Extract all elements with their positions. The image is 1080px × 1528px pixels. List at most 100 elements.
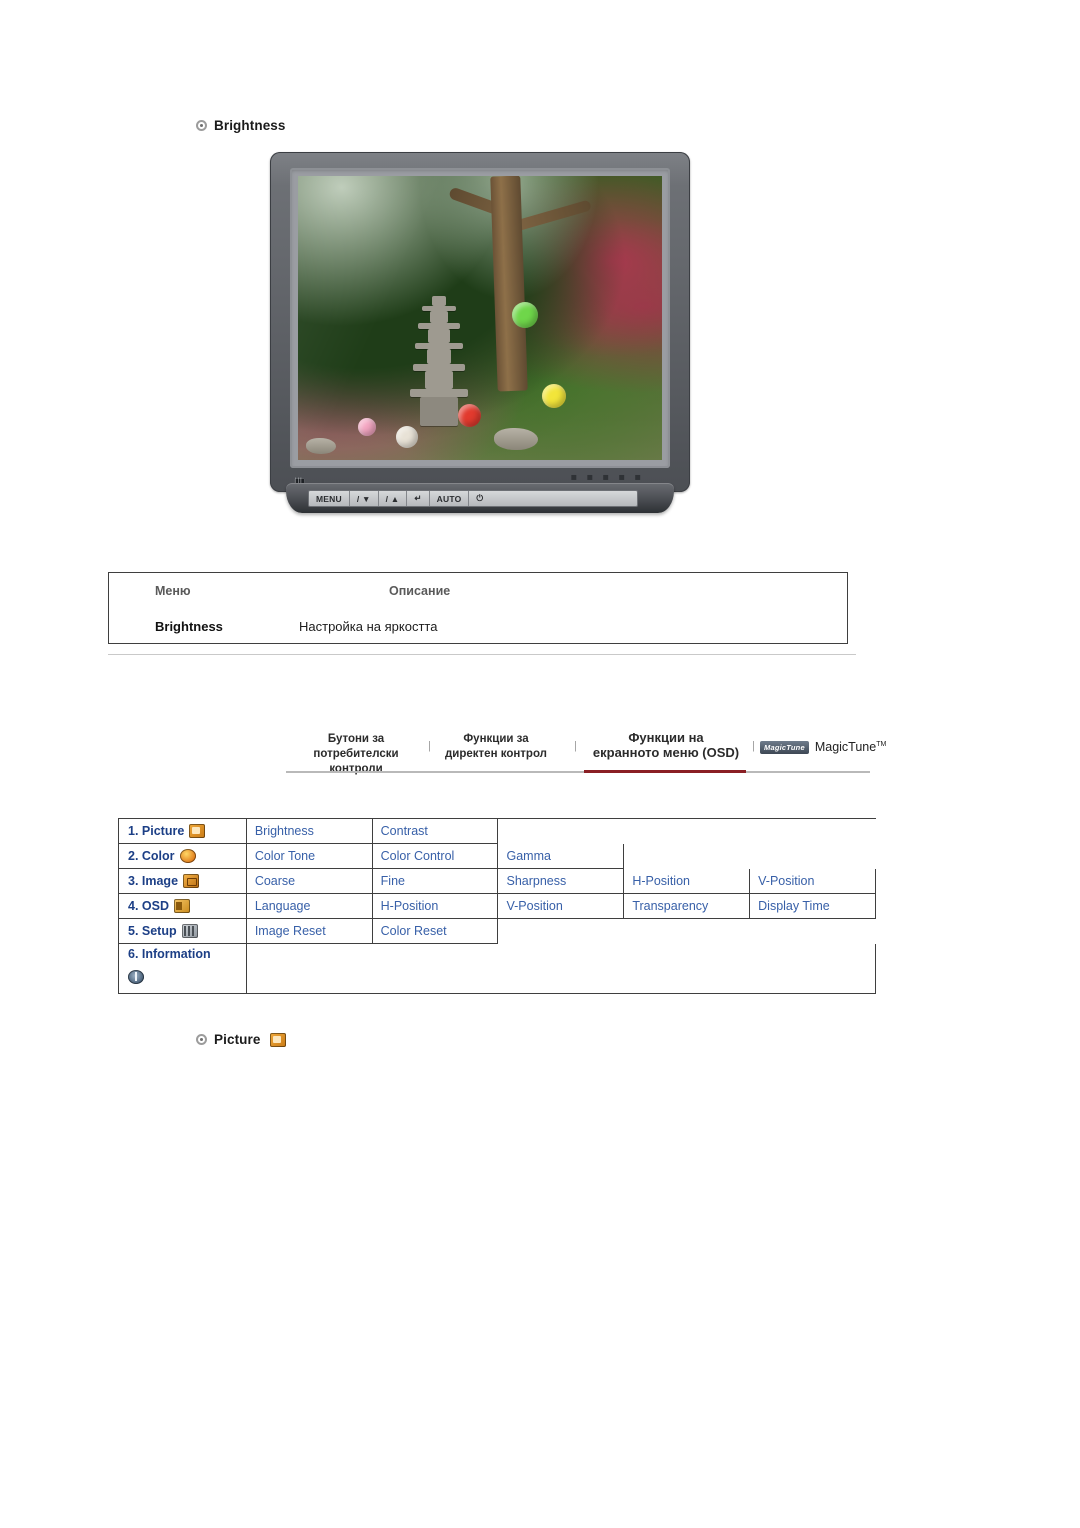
osd-item-osd-v-position[interactable]: V-Position (498, 894, 625, 919)
balloon-icon (512, 302, 538, 328)
osd-row-information: 6. Information (119, 944, 876, 994)
tab-underline (286, 771, 870, 773)
tab-active-underline (584, 770, 746, 773)
osd-group-information[interactable]: 6. Information (119, 944, 247, 994)
osd-item-language[interactable]: Language (246, 894, 373, 919)
menu-button[interactable]: MENU (309, 491, 350, 506)
osd-row-color: 2. Color Color Tone Color Control Gamma (119, 844, 876, 869)
brightness-down-button[interactable]: / ▼ (350, 491, 379, 506)
osd-item-image-reset[interactable]: Image Reset (246, 919, 373, 944)
bullet-icon (196, 1034, 207, 1045)
information-icon (128, 970, 144, 984)
picture-heading-label: Picture (214, 1032, 261, 1047)
row-description-label: Настройка на яркостта (299, 618, 438, 634)
osd-item-fine[interactable]: Fine (372, 869, 499, 894)
osd-empty-cell (498, 819, 624, 844)
osd-group-color[interactable]: 2. Color (119, 844, 247, 869)
osd-empty-cell (624, 819, 750, 844)
balloon-icon (358, 418, 376, 436)
osd-empty-cell (498, 919, 624, 944)
section-divider (108, 654, 856, 655)
tab-osd-functions-line2: екранното меню (OSD) (592, 745, 740, 760)
picture-icon (189, 824, 206, 838)
tab-direct-control-line1: Функции за (463, 733, 529, 745)
osd-function-grid: 1. Picture Brightness Contrast 2. Color … (118, 818, 876, 994)
osd-item-sharpness[interactable]: Sharpness (498, 869, 625, 894)
monitor-bezel: ▪ ▪ ▪ ▪ ▪ (270, 152, 690, 492)
osd-item-transparency[interactable]: Transparency (624, 894, 751, 919)
osd-item-v-position[interactable]: V-Position (750, 869, 876, 894)
osd-empty-cell (750, 844, 876, 869)
magictune-tm: TM (876, 740, 887, 748)
header-description: Описание (389, 584, 451, 598)
osd-group-image[interactable]: 3. Image (119, 869, 247, 894)
picture-icon (270, 1032, 287, 1047)
osd-empty-cell (624, 919, 750, 944)
osd-group-information-label: 6. Information (128, 947, 211, 961)
osd-row-image: 3. Image Coarse Fine Sharpness H-Positio… (119, 869, 876, 894)
osd-item-gamma[interactable]: Gamma (498, 844, 625, 869)
brightness-up-button[interactable]: / ▲ (379, 491, 408, 506)
osd-icon (174, 899, 190, 913)
table-row: Brightness Настройка на яркостта (109, 609, 847, 643)
enter-button[interactable]: ↵ (407, 491, 430, 506)
tab-separator: | (428, 740, 431, 752)
pagoda-icon (410, 296, 468, 426)
osd-item-color-tone[interactable]: Color Tone (246, 844, 373, 869)
tab-banner: Бутони за потребителски контроли Функции… (286, 726, 886, 775)
balloon-icon (396, 426, 418, 448)
osd-group-osd[interactable]: 4. OSD (119, 894, 247, 919)
bullet-icon (196, 120, 207, 131)
rock-icon (306, 438, 336, 454)
color-icon (179, 849, 196, 863)
osd-group-setup-label: 5. Setup (128, 924, 177, 938)
monitor-screen-image (298, 176, 662, 460)
osd-group-color-label: 2. Color (128, 849, 175, 863)
header-menu: Меню (155, 584, 191, 598)
osd-group-setup[interactable]: 5. Setup (119, 919, 247, 944)
tab-separator: | (574, 740, 577, 752)
magictune-label: MagicTuneTM (814, 740, 887, 754)
monitor-screen-frame (290, 168, 670, 468)
tab-user-controls-line1: Бутони за (327, 733, 385, 745)
monitor-button-strip[interactable]: MENU / ▼ / ▲ ↵ AUTO ⏻ (308, 490, 638, 507)
osd-row-picture: 1. Picture Brightness Contrast (119, 819, 876, 844)
tab-osd-functions[interactable]: Функции на екранното меню (OSD) (582, 730, 750, 760)
osd-group-picture-label: 1. Picture (128, 824, 185, 838)
monitor-illustration: ▪ ▪ ▪ ▪ ▪ ||| MENU / ▼ / ▲ ↵ AUTO ⏻ (270, 152, 690, 514)
setup-icon (181, 924, 198, 938)
osd-item-brightness[interactable]: Brightness (246, 819, 373, 844)
tab-magictune[interactable]: MagicTune MagicTuneTM (760, 740, 886, 754)
power-button[interactable]: ⏻ (469, 491, 490, 506)
tab-osd-functions-line1: Функции на (628, 730, 704, 745)
osd-empty-cell (624, 844, 750, 869)
osd-item-color-control[interactable]: Color Control (372, 844, 499, 869)
tab-separator: | (752, 740, 755, 752)
magictune-badge: MagicTune (760, 740, 809, 754)
brand-dots-label: ▪ ▪ ▪ ▪ ▪ (570, 472, 644, 483)
osd-item-contrast[interactable]: Contrast (372, 819, 499, 844)
tab-direct-control-line2: директен контрол (445, 748, 547, 760)
menu-description-table: Меню Описание Brightness Настройка на яр… (108, 572, 848, 644)
picture-section-heading: Picture (196, 1032, 287, 1047)
row-menu-label: Brightness (155, 618, 223, 634)
balloon-icon (458, 404, 481, 427)
osd-group-picture[interactable]: 1. Picture (119, 819, 247, 844)
image-icon (183, 874, 200, 888)
osd-item-color-reset[interactable]: Color Reset (372, 919, 499, 944)
table-header-row: Меню Описание (109, 573, 847, 609)
osd-row-setup: 5. Setup Image Reset Color Reset (119, 919, 876, 944)
balloon-icon (542, 384, 566, 408)
osd-empty-cell (750, 819, 876, 844)
rock-icon (494, 428, 538, 450)
brightness-section-heading: Brightness (196, 118, 286, 133)
osd-item-coarse[interactable]: Coarse (246, 869, 373, 894)
brightness-heading-label: Brightness (214, 118, 286, 133)
osd-item-h-position[interactable]: H-Position (624, 869, 751, 894)
osd-item-display-time[interactable]: Display Time (750, 894, 876, 919)
osd-item-osd-h-position[interactable]: H-Position (372, 894, 499, 919)
osd-empty-cell (246, 944, 876, 994)
osd-group-osd-label: 4. OSD (128, 899, 169, 913)
osd-group-image-label: 3. Image (128, 874, 179, 888)
auto-button[interactable]: AUTO (430, 491, 470, 506)
